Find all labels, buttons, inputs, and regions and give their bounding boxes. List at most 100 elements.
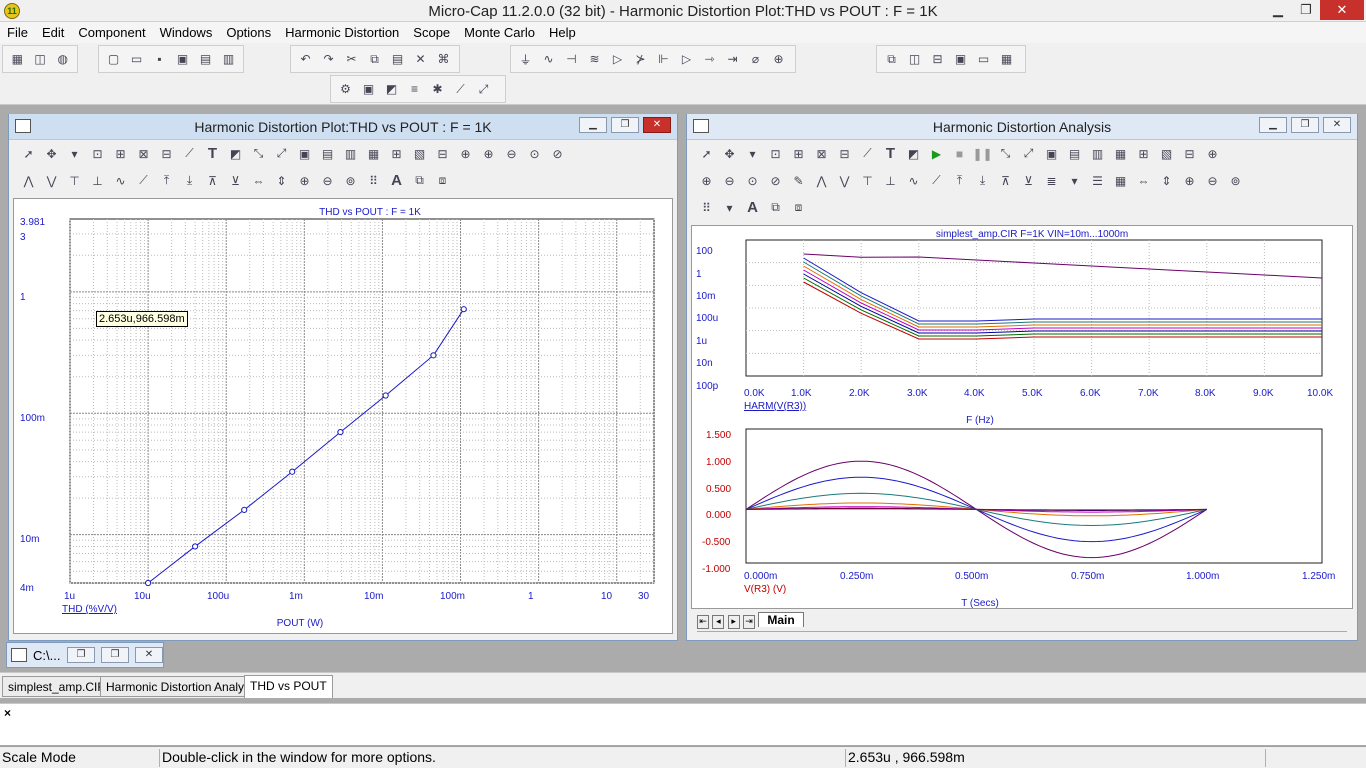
top-icon[interactable]: ⊼ bbox=[995, 171, 1016, 191]
menu-edit[interactable]: Edit bbox=[35, 22, 71, 40]
high-icon[interactable]: ⊤ bbox=[64, 171, 85, 191]
harm-restore-button[interactable]: ❐ bbox=[1291, 117, 1319, 133]
select-arrow-icon[interactable]: ➚ bbox=[18, 144, 39, 164]
fit-horizontal-icon[interactable]: ⇔ bbox=[1133, 171, 1154, 191]
zoom-reset-icon[interactable]: ⊘ bbox=[765, 171, 786, 191]
bottom-icon[interactable]: ⊻ bbox=[225, 171, 246, 191]
zoom-out-icon[interactable]: ⊖ bbox=[501, 144, 522, 164]
restore-scale-icon[interactable]: ⊟ bbox=[834, 144, 855, 164]
opamp-icon[interactable]: ▷ bbox=[676, 49, 697, 69]
font-icon[interactable]: A bbox=[386, 171, 407, 191]
replace-icon[interactable]: ⌘ bbox=[433, 49, 454, 69]
minor-grid-icon[interactable]: ▤ bbox=[317, 144, 338, 164]
menu-file[interactable]: File bbox=[0, 22, 35, 40]
properties-icon[interactable]: ◩ bbox=[381, 79, 402, 99]
resistor-icon[interactable]: ∿ bbox=[538, 49, 559, 69]
plus-mode-icon[interactable]: ⊞ bbox=[386, 144, 407, 164]
grid-dots-icon[interactable]: ⠿ bbox=[696, 198, 717, 218]
cursor-mode-icon[interactable]: ⤡ bbox=[995, 144, 1016, 164]
calculator-icon[interactable]: ▦ bbox=[996, 49, 1017, 69]
ground-icon[interactable]: ⏚ bbox=[515, 49, 536, 69]
tokens-icon[interactable]: ▥ bbox=[340, 144, 361, 164]
copy-plot-icon[interactable]: ⧉ bbox=[409, 171, 430, 191]
copy-icon[interactable]: ⧉ bbox=[364, 49, 385, 69]
ruler-icon[interactable]: ▦ bbox=[1110, 144, 1131, 164]
magnify-100-icon[interactable]: ⊚ bbox=[340, 171, 361, 191]
plus-mode-icon[interactable]: ⊞ bbox=[1133, 144, 1154, 164]
text-icon[interactable]: T bbox=[880, 144, 901, 164]
peak-icon[interactable]: ⋀ bbox=[811, 171, 832, 191]
graph-icon[interactable]: ⟋ bbox=[179, 144, 200, 164]
dropdown-arrow-icon[interactable]: ▾ bbox=[1064, 171, 1085, 191]
fit-horizontal-icon[interactable]: ⇔ bbox=[248, 171, 269, 191]
tracker-icon[interactable]: ⤢ bbox=[1018, 144, 1039, 164]
global-high-icon[interactable]: ⤒ bbox=[156, 171, 177, 191]
global-low-icon[interactable]: ⤓ bbox=[972, 171, 993, 191]
cascade-icon[interactable]: ⧉ bbox=[881, 49, 902, 69]
low-icon[interactable]: ⊥ bbox=[880, 171, 901, 191]
current-source-icon[interactable]: ⌀ bbox=[745, 49, 766, 69]
slope-icon[interactable]: ⟋ bbox=[133, 171, 154, 191]
global-high-icon[interactable]: ⤒ bbox=[949, 171, 970, 191]
delete-icon[interactable]: ✕ bbox=[410, 49, 431, 69]
fit-vertical-icon[interactable]: ⇕ bbox=[1156, 171, 1177, 191]
menu-component[interactable]: Component bbox=[71, 22, 152, 40]
grid-toggle-icon[interactable]: ▣ bbox=[294, 144, 315, 164]
magnify-plus-icon[interactable]: ⊕ bbox=[1179, 171, 1200, 191]
zoom-in-icon[interactable]: ⊕ bbox=[478, 144, 499, 164]
valley-icon[interactable]: ⋁ bbox=[834, 171, 855, 191]
window-icon[interactable]: ▭ bbox=[973, 49, 994, 69]
paste-icon[interactable]: ▤ bbox=[387, 49, 408, 69]
pause-icon[interactable]: ❚❚ bbox=[972, 144, 993, 164]
stop-icon[interactable]: ■ bbox=[949, 144, 970, 164]
tab-schematic[interactable]: simplest_amp.CIR bbox=[2, 676, 113, 697]
harm-minimize-button[interactable]: ▁ bbox=[1259, 117, 1287, 133]
restore-button[interactable]: ❐ bbox=[1292, 0, 1320, 20]
page-next-button[interactable]: ▸ bbox=[727, 615, 740, 629]
zoom-fit-icon[interactable]: ⊙ bbox=[524, 144, 545, 164]
capacitor-icon[interactable]: ⊣ bbox=[561, 49, 582, 69]
scale-icon[interactable]: ⊡ bbox=[87, 144, 108, 164]
numeric-icon[interactable]: ▦ bbox=[1110, 171, 1131, 191]
zoom-box-icon[interactable]: ⊞ bbox=[788, 144, 809, 164]
cut-icon[interactable]: ✂ bbox=[341, 49, 362, 69]
minimize-button[interactable]: ▁ bbox=[1264, 0, 1292, 20]
dropdown-arrow-icon[interactable]: ▾ bbox=[64, 144, 85, 164]
menu-options[interactable]: Options bbox=[219, 22, 278, 40]
globe-icon[interactable]: ◍ bbox=[52, 49, 73, 69]
fit-vertical-icon[interactable]: ⇕ bbox=[271, 171, 292, 191]
stepping-icon[interactable]: ≣ bbox=[1041, 171, 1062, 191]
copy-plot-icon[interactable]: ⧉ bbox=[765, 198, 786, 218]
minwin-maximize-button[interactable]: ❐ bbox=[101, 647, 129, 663]
thd-minimize-button[interactable]: ▁ bbox=[579, 117, 607, 133]
harm-plot-area[interactable]: simplest_amp.CIR F=1K VIN=10m...1000m 10… bbox=[691, 225, 1353, 609]
bars-icon[interactable]: ▧ bbox=[409, 144, 430, 164]
tokens-icon[interactable]: ▥ bbox=[1087, 144, 1108, 164]
minwin-restore-button[interactable]: ❐ bbox=[67, 647, 95, 663]
undo-icon[interactable]: ↶ bbox=[295, 49, 316, 69]
grid-toggle-icon[interactable]: ▣ bbox=[1041, 144, 1062, 164]
restore-scale-icon[interactable]: ⊟ bbox=[156, 144, 177, 164]
minwin-close-button[interactable]: ✕ bbox=[135, 647, 163, 663]
numeric-output-icon[interactable]: ≡ bbox=[404, 79, 425, 99]
voltage-source-icon[interactable]: ⊕ bbox=[768, 49, 789, 69]
peak-icon[interactable]: ⋀ bbox=[18, 171, 39, 191]
magnify-100-icon[interactable]: ⊚ bbox=[1225, 171, 1246, 191]
properties-icon[interactable]: ◩ bbox=[225, 144, 246, 164]
low-icon[interactable]: ⊥ bbox=[87, 171, 108, 191]
output-close-button[interactable]: × bbox=[4, 706, 11, 720]
ruler-icon[interactable]: ▦ bbox=[363, 144, 384, 164]
zoom-box-icon[interactable]: ⊞ bbox=[110, 144, 131, 164]
tab-thd-vs-pout[interactable]: THD vs POUT bbox=[244, 675, 333, 698]
slope-icon[interactable]: ⟋ bbox=[926, 171, 947, 191]
crosshair-icon[interactable]: ⊕ bbox=[455, 144, 476, 164]
paste-plot-icon[interactable]: ⧈ bbox=[432, 171, 453, 191]
inductor-icon[interactable]: ≋ bbox=[584, 49, 605, 69]
print-preview-icon[interactable]: ▤ bbox=[195, 49, 216, 69]
save-all-icon[interactable]: ▣ bbox=[172, 49, 193, 69]
minimized-window[interactable]: C:\... ❐ ❐ ✕ bbox=[6, 642, 164, 668]
graph-icon[interactable]: ⟋ bbox=[857, 144, 878, 164]
thd-close-button[interactable]: ✕ bbox=[643, 117, 671, 133]
mosfet-icon[interactable]: ⊩ bbox=[653, 49, 674, 69]
paste-plot-icon[interactable]: ⧈ bbox=[788, 198, 809, 218]
